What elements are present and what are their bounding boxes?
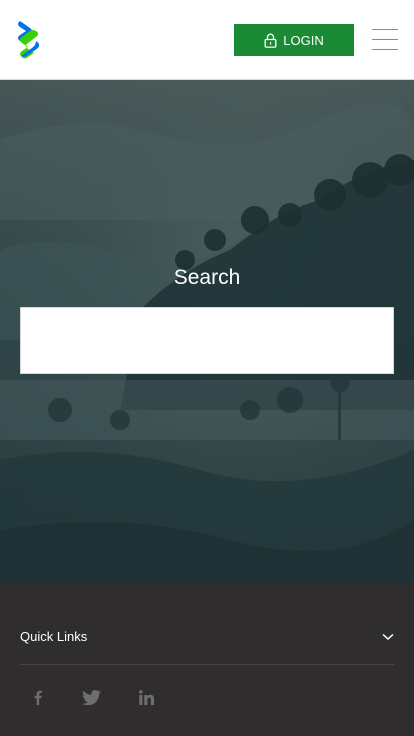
login-label: LOGIN xyxy=(283,32,324,48)
login-button[interactable]: LOGIN xyxy=(234,24,354,56)
site-header: LOGIN xyxy=(0,0,414,80)
twitter-icon[interactable] xyxy=(80,687,102,707)
facebook-icon[interactable] xyxy=(31,687,45,707)
hamburger-menu-icon[interactable] xyxy=(372,27,398,51)
quick-links-label: Quick Links xyxy=(20,629,88,644)
standard-chartered-logo[interactable] xyxy=(14,19,44,61)
search-hero: Search xyxy=(0,80,414,583)
linkedin-icon[interactable] xyxy=(137,687,155,707)
search-input[interactable] xyxy=(20,307,394,374)
search-title: Search xyxy=(173,266,241,289)
quick-links-toggle[interactable]: Quick Links xyxy=(20,583,394,665)
site-footer: Quick Links xyxy=(0,583,414,736)
lock-icon xyxy=(264,33,277,48)
chevron-down-icon xyxy=(382,633,394,641)
